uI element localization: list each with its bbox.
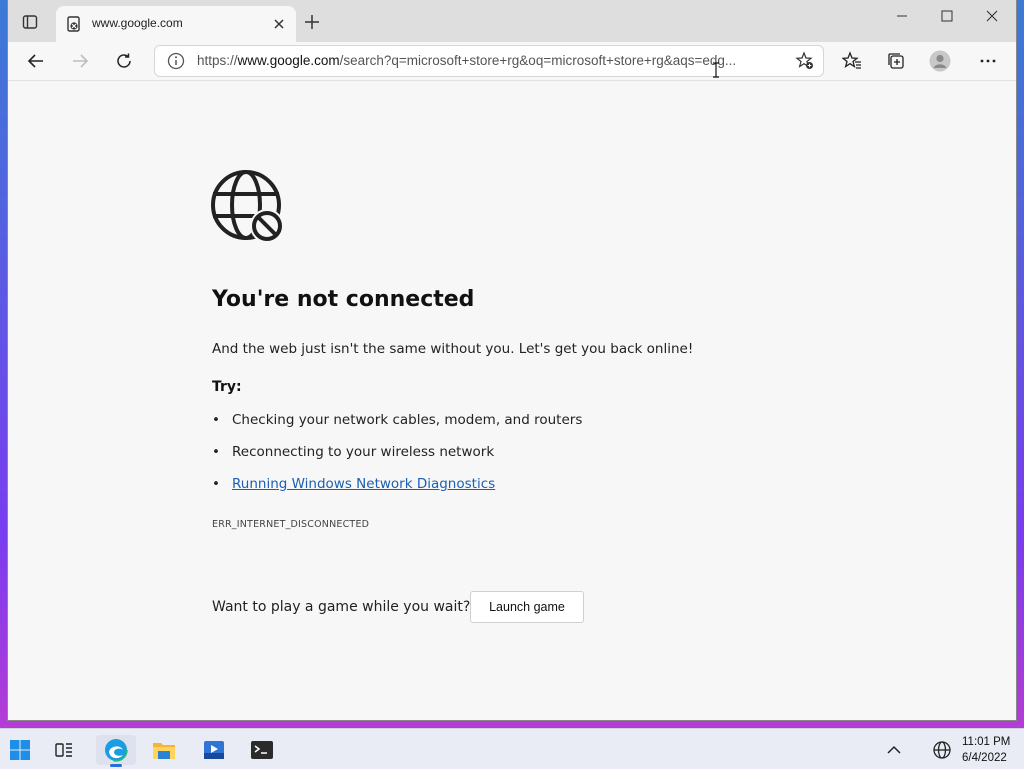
minimize-button[interactable]	[880, 4, 924, 28]
url-path: /search?q=microsoft+store+rg&oq=microsof…	[339, 53, 737, 68]
browser-window: www.google.com https://www.google.com/se…	[8, 0, 1016, 720]
clock-time: 11:01 PM	[962, 736, 1011, 748]
clock-date: 6/4/2022	[962, 752, 1007, 764]
start-button[interactable]	[0, 735, 40, 765]
maximize-button[interactable]	[925, 4, 969, 28]
globe-blocked-icon	[210, 169, 286, 245]
error-code: ERR_INTERNET_DISCONNECTED	[212, 519, 370, 530]
new-tab-button[interactable]	[302, 12, 322, 32]
list-item: • Reconnecting to your wireless network	[212, 444, 494, 460]
suggestion-text: Checking your network cables, modem, and…	[232, 412, 583, 428]
forward-button[interactable]	[68, 49, 92, 73]
tab-active[interactable]: www.google.com	[56, 6, 296, 42]
add-favorite-icon[interactable]	[795, 51, 815, 71]
favorites-icon[interactable]	[840, 49, 864, 73]
network-globe-icon[interactable]	[922, 735, 962, 765]
taskbar: 11:01 PM 6/4/2022	[0, 728, 1024, 769]
tab-close-icon[interactable]	[270, 15, 288, 33]
try-label: Try:	[212, 379, 242, 395]
tab-actions-icon[interactable]	[20, 12, 40, 32]
subtitle: And the web just isn't the same without …	[212, 341, 694, 357]
url-scheme: https://	[197, 53, 238, 68]
address-bar[interactable]: https://www.google.com/search?q=microsof…	[154, 45, 824, 77]
task-view-icon[interactable]	[44, 735, 84, 765]
refresh-button[interactable]	[112, 49, 136, 73]
error-page: You're not connected And the web just is…	[8, 81, 1016, 720]
game-prompt: Want to play a game while you wait?	[212, 599, 471, 615]
more-menu-icon[interactable]	[976, 49, 1000, 73]
text-cursor-icon	[712, 62, 720, 78]
collections-icon[interactable]	[884, 49, 908, 73]
media-player-icon[interactable]	[194, 735, 234, 765]
url-host: www.google.com	[237, 53, 340, 68]
url-text: https://www.google.com/search?q=microsof…	[197, 53, 737, 68]
terminal-icon[interactable]	[242, 735, 282, 765]
bullet: •	[212, 444, 220, 460]
edge-taskbar-icon[interactable]	[96, 735, 136, 767]
list-item: • Running Windows Network Diagnostics	[212, 476, 495, 492]
close-window-button[interactable]	[970, 4, 1014, 28]
chevron-up-icon[interactable]	[874, 735, 914, 765]
bullet: •	[212, 412, 220, 428]
network-diagnostics-link[interactable]: Running Windows Network Diagnostics	[232, 476, 495, 492]
page-title: You're not connected	[212, 287, 475, 312]
profile-avatar[interactable]	[928, 49, 952, 73]
title-bar: www.google.com	[8, 0, 1016, 42]
launch-game-button[interactable]: Launch game	[470, 591, 584, 623]
tab-title: www.google.com	[92, 16, 183, 30]
navigation-toolbar: https://www.google.com/search?q=microsof…	[8, 42, 1016, 81]
back-button[interactable]	[24, 49, 48, 73]
clock[interactable]: 11:01 PM 6/4/2022	[962, 734, 1010, 766]
bullet: •	[212, 476, 220, 492]
suggestion-text: Reconnecting to your wireless network	[232, 444, 495, 460]
site-info-icon[interactable]	[167, 52, 185, 70]
offline-favicon-icon	[66, 16, 82, 32]
file-explorer-icon[interactable]	[144, 735, 184, 765]
list-item: • Checking your network cables, modem, an…	[212, 412, 582, 428]
